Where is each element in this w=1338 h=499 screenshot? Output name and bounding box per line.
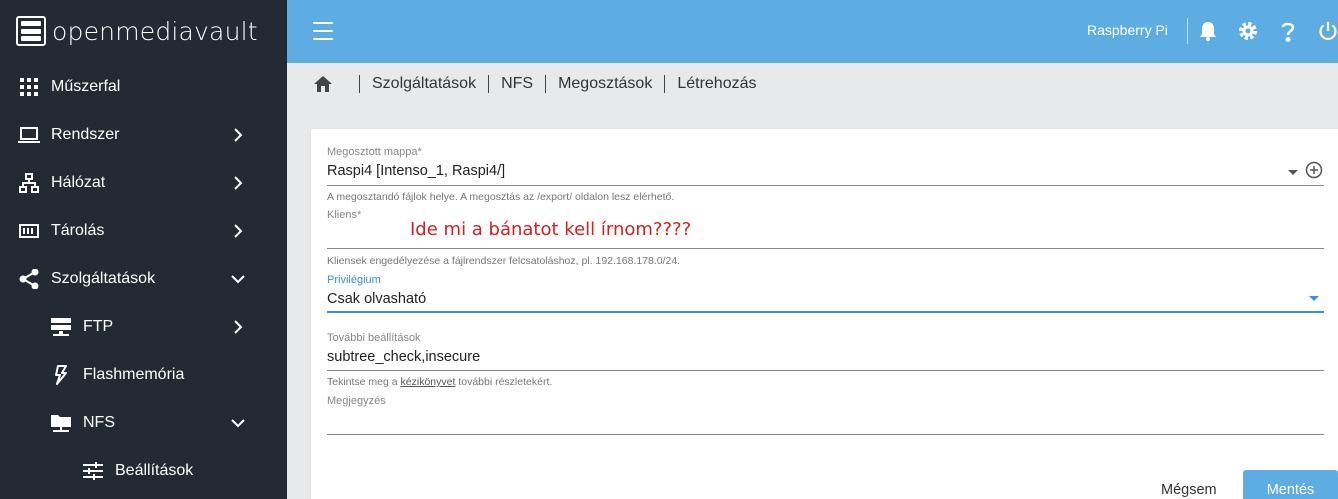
topbar-divider — [1187, 18, 1188, 44]
sidebar-item-label: Rendszer — [51, 126, 120, 143]
breadcrumb-item-services[interactable]: Szolgáltatások — [372, 75, 476, 93]
chevron-right-icon — [234, 176, 243, 190]
comment-input[interactable] — [327, 412, 1324, 432]
laptop-icon — [18, 124, 40, 146]
dropdown-arrow-icon[interactable] — [1288, 170, 1298, 175]
sidebar: openmediavault Műszerfal Rendszer Hálóza… — [0, 0, 287, 499]
breadcrumb: Szolgáltatások NFS Megosztások Létrehozá… — [313, 72, 757, 96]
sidebar-item-ftp[interactable]: FTP — [0, 303, 287, 351]
save-button[interactable]: Mentés — [1243, 470, 1338, 499]
chevron-right-icon — [234, 224, 243, 238]
comment-label: Megjegyzés — [327, 395, 386, 407]
breadcrumb-separator — [488, 75, 490, 93]
shared-folder-field: Megosztott mappa* Raspi4 [Intenso_1, Ras… — [327, 146, 1324, 203]
sidebar-item-label: Hálózat — [51, 174, 106, 191]
home-icon[interactable] — [313, 74, 333, 94]
network-icon — [18, 172, 40, 194]
comment-field: Megjegyzés — [327, 395, 1324, 437]
extra-options-input[interactable]: subtree_check,insecure — [327, 349, 480, 365]
power-icon[interactable] — [1317, 20, 1338, 42]
client-underline — [327, 248, 1324, 249]
share-form-card: Megosztott mappa* Raspi4 [Intenso_1, Ras… — [311, 129, 1338, 499]
extra-options-field: További beállítások subtree_check,insecu… — [327, 332, 1324, 390]
breadcrumb-separator — [359, 75, 360, 93]
shared-folder-label: Megosztott mappa* — [327, 146, 422, 158]
extra-options-hint: Tekintse meg a kézikönyvet további részl… — [327, 376, 553, 388]
share-icon — [18, 268, 40, 290]
server-icon — [50, 316, 72, 338]
sidebar-item-label: NFS — [83, 414, 115, 431]
client-hint: Kliensek engedélyezése a fájlrendszer fe… — [327, 255, 681, 267]
comment-underline — [327, 434, 1324, 435]
dashboard-grid-icon — [18, 76, 40, 98]
extra-options-underline — [327, 370, 1324, 371]
privilege-field: Privilégium Csak olvasható — [327, 274, 1324, 314]
sidebar-item-nfs-settings[interactable]: Beállítások — [0, 447, 287, 495]
storage-icon — [18, 220, 40, 242]
add-circle-icon[interactable] — [1305, 161, 1323, 179]
breadcrumb-item-shares[interactable]: Megosztások — [558, 75, 652, 93]
breadcrumb-separator — [664, 75, 666, 93]
chevron-right-icon — [234, 128, 243, 142]
sidebar-item-label: Műszerfal — [51, 78, 121, 95]
handwritten-annotation: Ide mi a bánatot kell írnom???? — [410, 219, 692, 240]
sidebar-item-dashboard[interactable]: Műszerfal — [0, 63, 287, 111]
folder-network-icon — [50, 412, 72, 434]
sidebar-item-storage[interactable]: Tárolás — [0, 207, 287, 255]
gear-icon[interactable] — [1237, 20, 1259, 42]
sidebar-item-nfs[interactable]: NFS — [0, 399, 287, 447]
sidebar-item-label: Szolgáltatások — [51, 270, 156, 287]
manual-link[interactable]: kézikönyvet — [401, 376, 456, 388]
chevron-down-icon — [231, 419, 245, 428]
bell-icon[interactable] — [1197, 20, 1219, 42]
logo-icon — [16, 16, 46, 46]
privilege-label: Privilégium — [327, 274, 381, 286]
shared-folder-hint: A megosztandó fájlok helye. A megosztás … — [327, 191, 675, 203]
shared-folder-select[interactable]: Raspi4 [Intenso_1, Raspi4/] — [327, 163, 505, 179]
sidebar-item-label: Beállítások — [115, 462, 194, 479]
sidebar-item-services[interactable]: Szolgáltatások — [0, 255, 287, 303]
privilege-underline — [327, 311, 1324, 313]
sidebar-item-label: Tárolás — [51, 222, 105, 239]
app-logo[interactable]: openmediavault — [16, 14, 258, 48]
hostname: Raspberry Pi — [1087, 22, 1168, 38]
sidebar-item-flashmemory[interactable]: Flashmemória — [0, 351, 287, 399]
menu-toggle-icon[interactable] — [313, 22, 333, 40]
sidebar-nav: Műszerfal Rendszer Hálózat Tárolás Szolg… — [0, 63, 287, 495]
breadcrumb-separator — [545, 75, 547, 93]
dropdown-arrow-icon[interactable] — [1309, 296, 1319, 301]
flash-icon — [50, 364, 72, 386]
sidebar-item-label: Flashmemória — [83, 366, 185, 383]
breadcrumb-item-create: Létrehozás — [677, 75, 757, 92]
chevron-down-icon — [231, 275, 245, 284]
cancel-button[interactable]: Mégsem — [1147, 472, 1231, 499]
sidebar-item-system[interactable]: Rendszer — [0, 111, 287, 159]
logo-text: openmediavault — [52, 16, 258, 46]
help-icon[interactable] — [1277, 20, 1299, 42]
top-bar: Raspberry Pi — [287, 0, 1338, 63]
sidebar-item-network[interactable]: Hálózat — [0, 159, 287, 207]
breadcrumb-item-nfs[interactable]: NFS — [501, 75, 533, 93]
extra-options-label: További beállítások — [327, 332, 421, 344]
tune-icon — [82, 460, 104, 482]
chevron-right-icon — [234, 320, 243, 334]
privilege-select[interactable]: Csak olvasható — [327, 291, 426, 307]
shared-folder-underline — [327, 185, 1324, 186]
sidebar-item-label: FTP — [83, 318, 114, 335]
